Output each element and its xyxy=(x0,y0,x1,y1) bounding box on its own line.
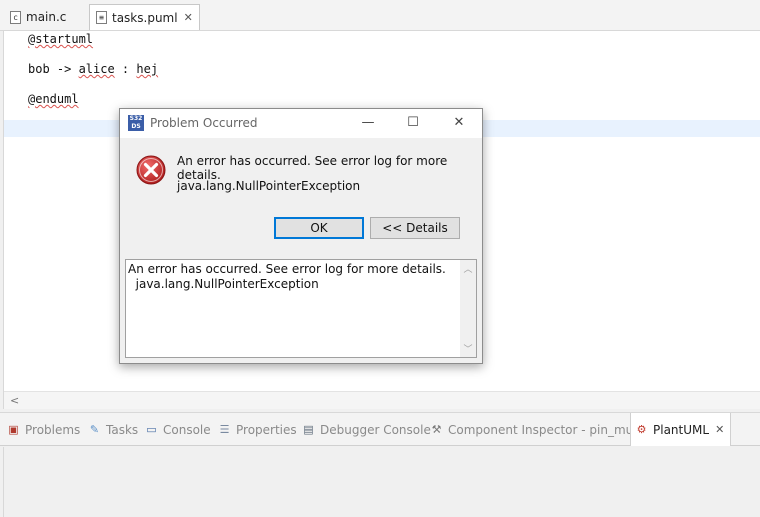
tab-console[interactable]: ▭ Console xyxy=(145,413,211,446)
tasks-icon: ✎ xyxy=(89,423,100,436)
tab-label: tasks.puml xyxy=(112,10,178,25)
view-tab-bar: ▣ Problems ✎ Tasks ▭ Console ☰ Propertie… xyxy=(0,412,760,446)
tab-problems[interactable]: ▣ Problems xyxy=(7,413,80,446)
error-message: An error has occurred. See error log for… xyxy=(177,154,448,182)
problems-icon: ▣ xyxy=(8,423,19,436)
code-token-hej: hej xyxy=(136,62,159,76)
tab-label: PlantUML xyxy=(653,422,710,437)
tab-component-inspector[interactable]: ⚒ Component Inspector - pin_mux xyxy=(430,413,641,446)
details-text-area[interactable]: An error has occurred. See error log for… xyxy=(125,259,477,358)
tab-label: Component Inspector - pin_mux xyxy=(448,422,641,437)
tab-plantuml[interactable]: ⚙ PlantUML ✕ xyxy=(630,413,732,446)
code-line-3: bob -> alice : hej xyxy=(28,62,159,76)
details-button[interactable]: << Details xyxy=(370,217,460,239)
problem-dialog: S32 DS Problem Occurred — ☐ ✕ An error h… xyxy=(119,108,483,364)
app-icon: S32 DS xyxy=(128,115,144,131)
tab-label: Tasks xyxy=(106,422,139,437)
tab-label: main.c xyxy=(26,10,67,24)
plantuml-icon: ⚙ xyxy=(636,423,647,436)
debugger-console-icon: ▤ xyxy=(303,423,314,436)
tab-tasks[interactable]: ✎ Tasks xyxy=(88,413,138,446)
horizontal-scrollbar[interactable]: < xyxy=(4,391,760,409)
exception-text: java.lang.NullPointerException xyxy=(177,179,361,193)
tab-label: Debugger Console xyxy=(320,422,431,437)
error-icon xyxy=(136,155,166,185)
dialog-title-bar[interactable]: S32 DS Problem Occurred — ☐ ✕ xyxy=(120,109,482,138)
scroll-down-icon[interactable]: ﹀ xyxy=(460,342,476,355)
properties-icon: ☰ xyxy=(219,423,230,436)
puml-file-icon: ≡ xyxy=(96,11,107,24)
editor-tab-bar: c main.c ≡ tasks.puml ✕ xyxy=(0,0,760,31)
console-icon: ▭ xyxy=(146,423,157,436)
maximize-icon[interactable]: ☐ xyxy=(398,113,428,133)
tab-tasks-puml[interactable]: ≡ tasks.puml ✕ xyxy=(89,4,200,30)
scroll-up-icon[interactable]: ︿ xyxy=(460,262,476,275)
vertical-scrollbar[interactable]: ︿ ﹀ xyxy=(460,260,476,357)
scroll-left-icon[interactable]: < xyxy=(10,392,19,409)
close-icon[interactable]: ✕ xyxy=(444,113,474,133)
c-file-icon: c xyxy=(10,10,21,24)
tab-label: Console xyxy=(163,422,211,437)
app-icon-text: S32 DS xyxy=(129,115,143,130)
tab-label: Problems xyxy=(25,422,81,437)
minimize-icon[interactable]: — xyxy=(353,113,383,133)
plantuml-view xyxy=(3,447,760,517)
dialog-title: Problem Occurred xyxy=(150,116,258,130)
code-line-5: @enduml xyxy=(28,92,79,106)
details-text: An error has occurred. See error log for… xyxy=(128,262,446,291)
close-icon[interactable]: ✕ xyxy=(184,11,193,24)
code-token-alice: alice xyxy=(78,62,115,76)
tab-label: Properties xyxy=(236,422,297,437)
tab-debugger-console[interactable]: ▤ Debugger Console xyxy=(302,413,431,446)
ok-button[interactable]: OK xyxy=(274,217,364,239)
close-icon[interactable]: ✕ xyxy=(715,423,724,436)
tab-main-c[interactable]: c main.c xyxy=(4,4,72,30)
code-line-1: @startuml xyxy=(28,32,94,46)
tab-properties[interactable]: ☰ Properties xyxy=(218,413,297,446)
component-inspector-icon: ⚒ xyxy=(431,423,442,436)
